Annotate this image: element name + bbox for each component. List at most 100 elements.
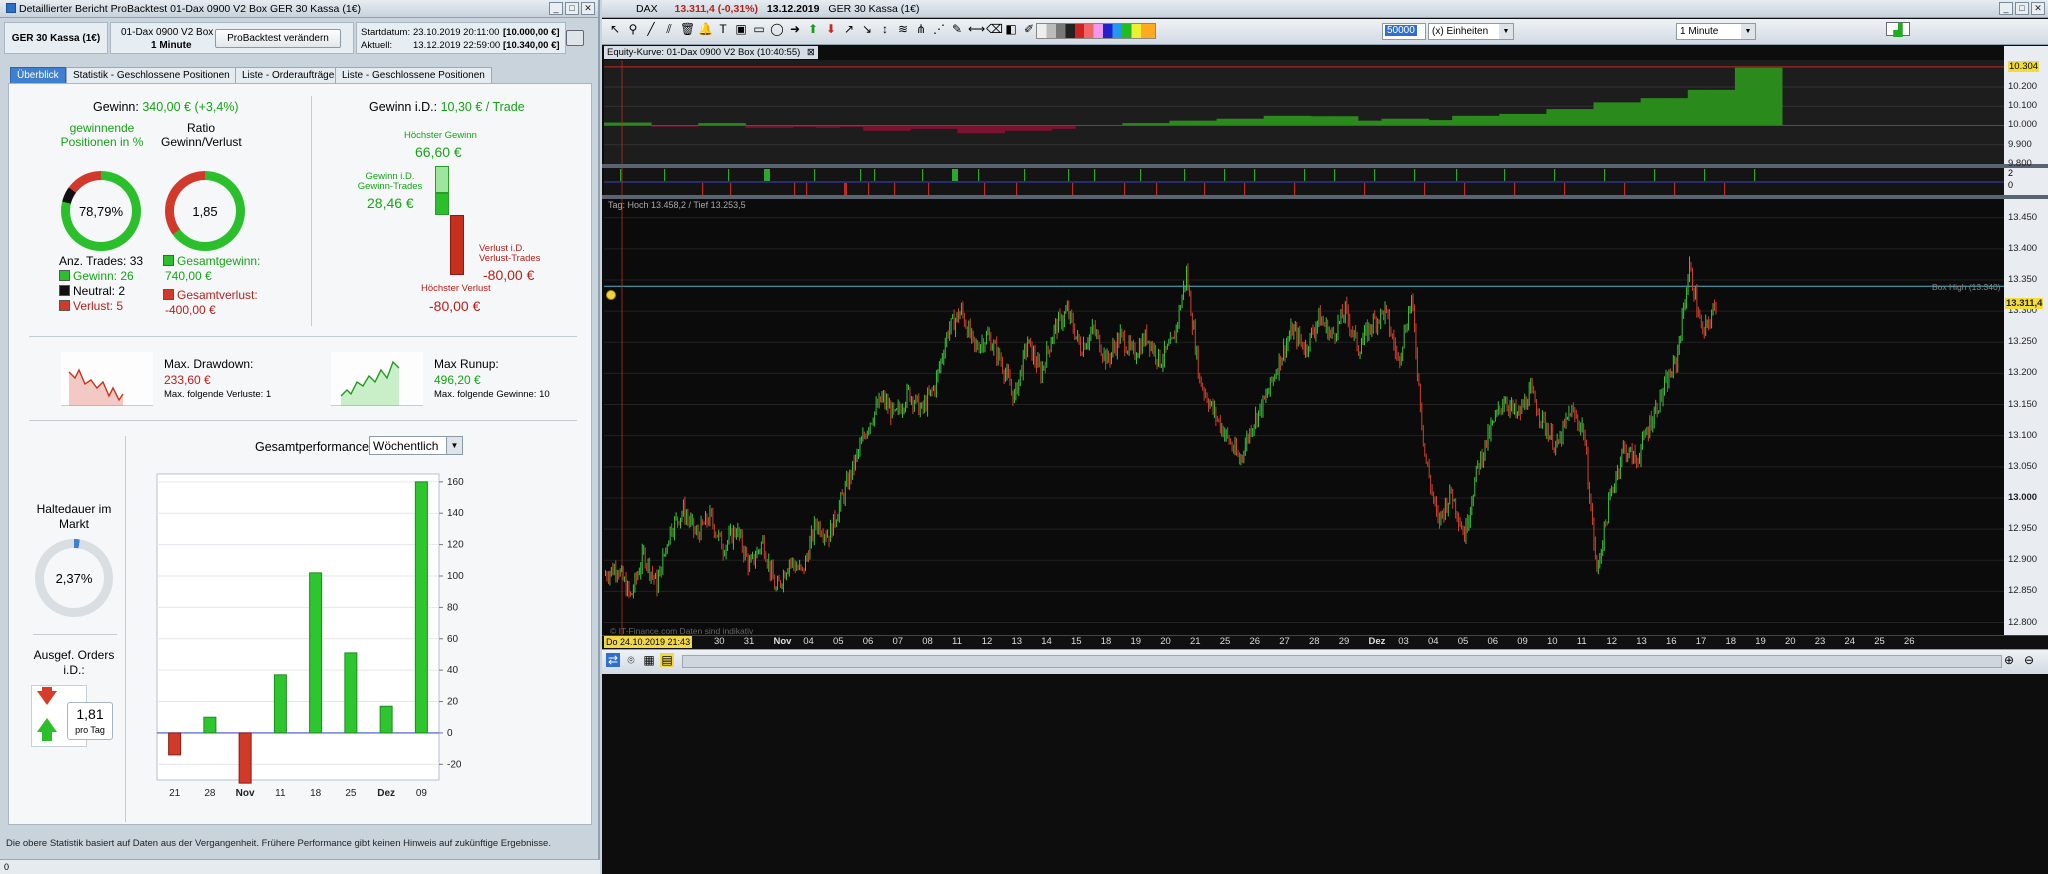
fan-icon[interactable]: ⋰ [932, 22, 946, 36]
channel-tool-icon[interactable]: ⫽ [662, 22, 676, 36]
text-box-icon[interactable]: ▣ [734, 22, 748, 36]
position-marker [1364, 183, 1366, 195]
price-tick-label: 13.200 [2008, 367, 2038, 379]
scroll-track[interactable] [682, 655, 2002, 668]
bar [203, 716, 217, 734]
units-select[interactable]: (x) Einheiten ▼ [1428, 23, 1514, 40]
eraser-icon[interactable]: ⌫ [986, 22, 1003, 36]
units-input[interactable]: 50000 [1382, 23, 1426, 40]
measure-icon[interactable]: ⟷ [968, 22, 985, 36]
equity-step [886, 125, 911, 131]
chart-scrollbar[interactable]: ⇄ ⌾ ▦ ▤ ⊕ ⊖ [602, 649, 2048, 674]
equity-step [1475, 115, 1500, 126]
units-chevron-down-icon[interactable]: ▼ [1499, 24, 1513, 39]
vertical-line-icon[interactable]: ↕ [878, 22, 892, 36]
position-marker [1514, 183, 1516, 195]
timeframe-chevron-down-icon[interactable]: ▼ [1741, 24, 1755, 39]
tab-statistics[interactable]: Statistik - Geschlossene Positionen [66, 67, 237, 83]
time-tick-label: 05 [1457, 636, 1469, 647]
tab-overview[interactable]: Überblick [10, 67, 66, 83]
time-tick-label: 13 [1011, 636, 1023, 647]
chevron-down-icon[interactable]: ▼ [446, 437, 462, 454]
time-tick-label: 21 [1190, 636, 1201, 647]
buy-arrow-tool-icon[interactable]: ⬆ [806, 22, 820, 36]
x-tick-label: 18 [310, 788, 322, 799]
equity-close-icon[interactable]: ⊠ [807, 47, 815, 58]
window-maximize-icon[interactable]: □ [565, 2, 579, 15]
text-tool-icon[interactable]: T [716, 22, 730, 36]
chart-close-icon[interactable]: ✕ [2031, 2, 2045, 15]
rectangle-icon[interactable]: ▭ [752, 22, 766, 36]
brush-icon[interactable]: ✎ [950, 22, 964, 36]
hold-label: Haltedauer im Markt [36, 502, 112, 531]
position-marker [620, 169, 622, 181]
window-close-icon[interactable]: ✕ [581, 2, 595, 15]
modify-backtest-button[interactable]: ProBacktest verändern [215, 29, 341, 48]
position-marker [1504, 169, 1506, 181]
trend-up-icon[interactable]: ↗ [842, 22, 856, 36]
print-icon[interactable] [566, 30, 584, 46]
trend-down-icon[interactable]: ↘ [860, 22, 874, 36]
sell-arrow-stem [42, 687, 52, 693]
position-marker [1754, 169, 1756, 181]
camera-icon[interactable]: ⌾ [624, 653, 638, 667]
total-loss-swatch [163, 289, 174, 300]
link-icon[interactable]: ⇄ [606, 653, 620, 667]
position-marker [1204, 183, 1206, 195]
legend-loss: Verlust: 5 [73, 299, 124, 313]
calendar-icon[interactable]: ▤ [660, 653, 674, 667]
drawdown-sparkline [61, 352, 153, 406]
equity-step [1240, 118, 1265, 126]
fill-icon[interactable]: ◧ [1004, 22, 1018, 36]
line-tool-icon[interactable]: ╱ [644, 22, 658, 36]
equity-step [1405, 118, 1430, 126]
overview-panel: Gewinn: 340,00 € (+3,4%) gewinnende Posi… [8, 83, 592, 825]
equity-step [1687, 89, 1712, 126]
runup-sub: Max. folgende Gewinne: 10 [434, 389, 550, 400]
start-capital: [10.000,00 €] [503, 27, 560, 38]
orders-unit: pro Tag [75, 725, 105, 735]
zoom-out-icon[interactable]: ⊖ [2022, 653, 2036, 667]
zoom-in-icon[interactable]: ⊕ [2002, 653, 2016, 667]
window-minimize-icon[interactable]: _ [549, 2, 563, 15]
alert-bell-icon[interactable] [606, 290, 616, 300]
color-palette[interactable] [1036, 23, 1156, 39]
gain-id-value: 10,30 € / Trade [440, 100, 525, 114]
report-titlebar[interactable]: Detaillierter Bericht ProBacktest 01-Dax… [0, 0, 598, 18]
tab-orders[interactable]: Liste - Orderaufträge [235, 67, 342, 83]
arrow-right-icon[interactable]: ➜ [788, 22, 802, 36]
time-tick-label: 19 [1130, 636, 1142, 647]
sell-arrow-tool-icon[interactable]: ⬇ [824, 22, 838, 36]
delete-icon[interactable]: 🗑 [680, 22, 695, 36]
tab-closed-positions[interactable]: Liste - Geschlossene Positionen [335, 67, 492, 83]
time-tick-label: 19 [1755, 636, 1766, 647]
fibonacci-icon[interactable]: ≋ [896, 22, 910, 36]
zoom-icon[interactable]: ⚲ [626, 22, 640, 36]
equity-tick-label: 10.304 [2008, 60, 2040, 72]
pen-icon[interactable]: ✐ [1022, 22, 1036, 36]
chart-type-icon[interactable]: ▟ [1886, 22, 1910, 37]
equity-ticks: 10.304 10.200 10.100 10.000 9.900 9.800 [2004, 46, 2048, 169]
equity-step [1617, 102, 1642, 126]
chart-maximize-icon[interactable]: □ [2015, 2, 2029, 15]
time-tick-label: 20 [1160, 636, 1171, 647]
y-tick-label: 60 [447, 634, 459, 645]
alert-icon[interactable]: 🔔 [698, 22, 713, 36]
chart-titlebar[interactable]: DAX 13.311,4 (-0,31%) 13.12.2019 GER 30 … [602, 0, 2048, 18]
position-marker [868, 183, 870, 195]
chart-minimize-icon[interactable]: _ [1999, 2, 2013, 15]
grid-icon[interactable]: ▦ [642, 653, 656, 667]
pitchfork-icon[interactable]: ⋔ [914, 22, 928, 36]
timeframe-select[interactable]: 1 Minute ▼ [1676, 23, 1756, 40]
price-tick-label: 12.950 [2008, 523, 2038, 535]
position-marker [1414, 169, 1416, 181]
drawing-toolbar: ↖ ⚲ ╱ ⫽ 🗑 🔔 T ▣ ▭ ◯ ➜ ⬆ ⬇ ↗ ↘ ↕ ≋ ⋔ ⋰ ✎ … [602, 19, 2048, 45]
trades-summary: Anz. Trades: 33 Gewinn: 26 Neutral: 2 Ve… [59, 254, 143, 314]
ellipse-icon[interactable]: ◯ [770, 22, 784, 36]
position-marker [730, 183, 732, 195]
gain-id-trades-value: 28,46 € [367, 195, 414, 211]
equity-tick-label: 10.000 [2008, 119, 2038, 131]
cursor-icon[interactable]: ↖ [608, 22, 622, 36]
chart-window: DAX 13.311,4 (-0,31%) 13.12.2019 GER 30 … [602, 0, 2048, 874]
perf-select[interactable]: Wöchentlich ▼ [369, 436, 463, 455]
